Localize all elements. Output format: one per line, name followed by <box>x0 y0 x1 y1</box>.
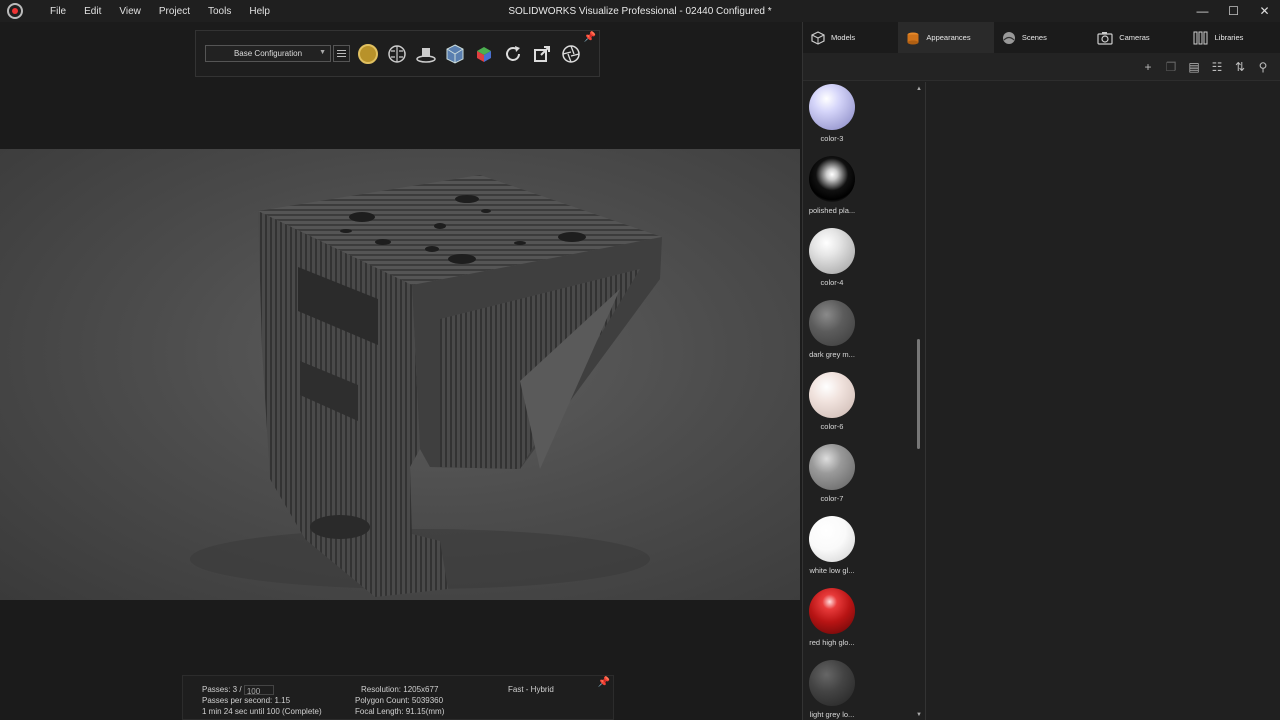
menu-project[interactable]: Project <box>150 6 199 17</box>
polygon-count: Polygon Count: 5039360 <box>355 696 444 705</box>
configuration-select[interactable]: Base Configuration ▼ <box>205 45 331 62</box>
tab-models[interactable]: Models <box>803 22 898 53</box>
appearance-label: color-4 <box>820 278 844 287</box>
sort-icon[interactable]: ⇅ <box>1233 60 1247 74</box>
render-view[interactable] <box>0 149 800 600</box>
configuration-list-button[interactable] <box>333 45 350 62</box>
paint-can-icon <box>907 32 919 44</box>
maximize-button[interactable]: ☐ <box>1218 0 1249 22</box>
cube-icon[interactable] <box>444 43 466 65</box>
window-controls: — ☐ ✕ <box>1187 0 1280 22</box>
appearance-label: color-7 <box>820 494 844 503</box>
search-icon[interactable]: ⚲ <box>1256 60 1270 74</box>
menu-edit[interactable]: Edit <box>75 6 110 17</box>
add-icon[interactable]: + <box>1141 60 1155 74</box>
copy-icon[interactable]: ❐ <box>1164 60 1178 74</box>
appearance-white-low-gloss[interactable]: white low gl... <box>807 516 857 575</box>
books-icon <box>1193 31 1208 44</box>
scroll-up-icon[interactable]: ▲ <box>916 86 922 92</box>
grid-icon[interactable]: ☷ <box>1210 60 1224 74</box>
render-mode: Fast - Hybrid <box>508 685 554 694</box>
appearance-polished-plastic[interactable]: polished pla... <box>807 156 857 215</box>
viewport[interactable]: Base Configuration ▼ 📌 Passes: 3 / 100 P… <box>0 22 801 720</box>
material-ball <box>809 660 855 706</box>
export-icon[interactable] <box>531 43 553 65</box>
panel-tabs: Models Appearances Scenes Cameras Librar… <box>803 22 1280 53</box>
menu-tools[interactable]: Tools <box>199 6 240 17</box>
appearance-color-7[interactable]: color-7 <box>807 444 857 503</box>
aperture-icon[interactable] <box>560 43 582 65</box>
appearance-light-grey-low-gloss[interactable]: light grey lo... <box>807 660 857 719</box>
material-ball <box>809 444 855 490</box>
appearance-red-high-gloss[interactable]: red high glo... <box>807 588 857 647</box>
tab-appearances-label: Appearances <box>926 33 971 42</box>
material-ball <box>809 84 855 130</box>
pin-icon[interactable]: 📌 <box>584 32 596 43</box>
appearance-color-3[interactable]: color-3 <box>807 84 857 143</box>
globe-icon <box>1002 31 1015 44</box>
tab-scenes-label: Scenes <box>1021 33 1047 42</box>
appearance-list: color-3 polished pla... color-4 dark gre… <box>803 82 926 720</box>
scrollbar-thumb[interactable] <box>917 339 920 449</box>
appearance-color-4[interactable]: color-4 <box>807 228 857 287</box>
brain-icon[interactable] <box>386 43 408 65</box>
status-pin-icon[interactable]: 📌 <box>598 677 610 688</box>
material-ball <box>809 228 855 274</box>
material-ball <box>809 156 855 202</box>
material-ball <box>809 588 855 634</box>
appearance-dark-grey[interactable]: dark grey m... <box>807 300 857 359</box>
appearance-color-6[interactable]: color-6 <box>807 372 857 431</box>
panel-toolbar: + ❐ ▤ ☷ ⇅ ⚲ <box>803 53 1280 81</box>
turntable-icon[interactable] <box>415 43 437 65</box>
rendered-model <box>190 175 662 597</box>
scroll-down-icon[interactable]: ▼ <box>916 712 922 718</box>
appearance-label: light grey lo... <box>809 710 855 719</box>
appearance-scrollbar[interactable]: ▲ ▼ <box>916 86 922 718</box>
render-toolbar: Base Configuration ▼ 📌 <box>195 30 600 77</box>
material-ball <box>809 372 855 418</box>
menu-help[interactable]: Help <box>240 6 279 17</box>
appearance-label: color-3 <box>820 134 844 143</box>
material-sphere-icon[interactable] <box>357 43 379 65</box>
appearance-label: color-6 <box>820 422 844 431</box>
tab-appearances[interactable]: Appearances <box>898 22 994 53</box>
app-logo-icon[interactable] <box>7 3 23 19</box>
menu-bar: File Edit View Project Tools Help <box>41 6 279 17</box>
render-status-panel: Passes: 3 / 100 Passes per second: 1.15 … <box>182 675 614 720</box>
passes-input[interactable]: 100 <box>243 684 274 696</box>
close-button[interactable]: ✕ <box>1249 0 1280 22</box>
cube-icon <box>811 30 825 45</box>
tab-models-label: Models <box>831 33 856 42</box>
title-bar: File Edit View Project Tools Help SOLIDW… <box>0 0 1280 22</box>
tab-libraries-label: Libraries <box>1214 33 1244 42</box>
camera-icon <box>1097 31 1113 45</box>
appearance-label: polished pla... <box>808 206 856 215</box>
tab-scenes[interactable]: Scenes <box>994 22 1089 53</box>
appearance-label: white low gl... <box>809 566 855 575</box>
passes-per-second: Passes per second: 1.15 <box>202 696 291 705</box>
tab-libraries[interactable]: Libraries <box>1185 22 1280 53</box>
appearance-label: dark grey m... <box>809 350 855 359</box>
menu-file[interactable]: File <box>41 6 75 17</box>
side-panel: Models Appearances Scenes Cameras Librar… <box>802 22 1280 720</box>
tab-cameras[interactable]: Cameras <box>1089 22 1184 53</box>
passes-label: Passes: 3 / <box>202 685 242 694</box>
configuration-value: Base Configuration <box>233 49 303 58</box>
appearance-label: red high glo... <box>809 638 855 647</box>
material-ball <box>809 300 855 346</box>
refresh-icon[interactable] <box>502 43 524 65</box>
layout-icon[interactable]: ▤ <box>1187 60 1201 74</box>
color-cube-icon[interactable] <box>473 43 495 65</box>
focal-length: Focal Length: 91.15(mm) <box>355 707 445 716</box>
resolution: Resolution: 1205x677 <box>361 685 439 694</box>
material-ball <box>809 516 855 562</box>
time-remaining: 1 min 24 sec until 100 (Complete) <box>202 707 322 716</box>
tab-cameras-label: Cameras <box>1119 33 1150 42</box>
menu-view[interactable]: View <box>110 6 150 17</box>
chevron-down-icon: ▼ <box>319 49 326 56</box>
minimize-button[interactable]: — <box>1187 0 1218 22</box>
